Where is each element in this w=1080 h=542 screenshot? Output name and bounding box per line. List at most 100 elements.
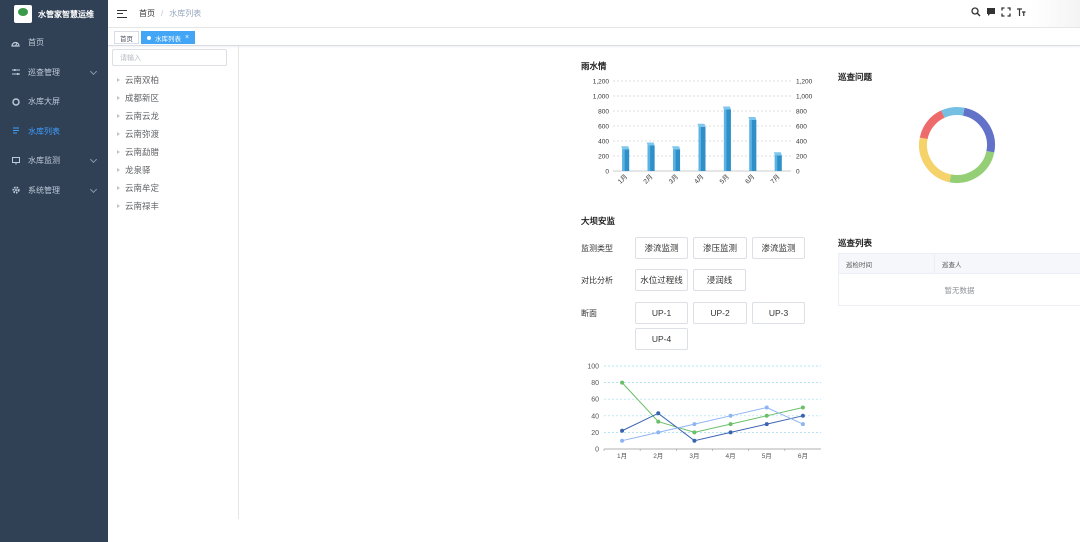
caret-right-icon [117,114,120,118]
y-tick-label: 800 [598,109,609,116]
section-up1-button[interactable]: UP-1 [635,302,688,324]
x-tick-label: 1月 [617,452,627,460]
x-tick-label: 6月 [798,452,808,460]
tree-item[interactable]: 云南禄丰 [117,200,159,212]
x-tick-label: 6月 [743,173,756,186]
y-tick-label: 1,200 [593,79,610,86]
navbar: 首页 / 水库列表 [108,0,1080,28]
caret-right-icon [117,150,120,154]
data-point [620,438,625,443]
tree-item[interactable]: 云南牟定 [117,182,159,194]
bar-top [773,152,782,156]
caret-right-icon [117,78,120,82]
tree-item-label: 云南双柏 [125,75,160,85]
breadcrumb-current: 水库列表 [169,9,202,18]
sidebar-item-screen[interactable]: 水库大屏 [0,87,108,117]
y2-tick-label: 1,000 [796,94,813,101]
x-tick-label: 2月 [653,452,663,460]
bar [697,123,706,171]
table-empty-text: 暂无数据 [944,285,975,295]
data-point [656,419,661,424]
breadcrumb-home[interactable]: 首页 [139,8,155,19]
sidebar-item-system[interactable]: 系统管理 [0,176,108,206]
fullscreen-icon[interactable] [1001,7,1011,17]
sidebar-item-label: 系统管理 [28,185,60,195]
reservoir-tree: 请输入 云南双柏 成都新区 云南云龙 云南弥渡 云南勐腊 龙泉驿 云南牟定 云南… [108,46,239,519]
close-icon[interactable]: × [185,34,189,41]
y-tick-label: 1,000 [593,94,610,101]
header-tools [971,7,1026,17]
user-area[interactable] [1030,0,1080,27]
rain-bar-chart: 0 0 200 200 400 400 600 600 800 800 1,000 1,000 1,20… [593,79,813,186]
dashboard-icon [11,38,20,47]
bar-top [697,123,706,127]
tree-search-input[interactable]: 请输入 [112,49,227,66]
x-tick-label: 1月 [616,173,629,186]
sidebar-item-monitor[interactable]: 水库监测 [0,146,108,176]
tree-item-label: 云南弥渡 [125,129,160,139]
seepage-line-button[interactable]: 浸润线 [693,269,746,291]
patrol-table: 巡检时间 巡查人 暂无数据 [838,253,1080,306]
data-point [800,405,805,410]
app-root: 水管家智慧运维 首页 巡查管理 水库大屏 水库列表 水库监测 系统管理 首页 /… [0,0,1080,542]
tree-item[interactable]: 成都新区 [117,92,159,104]
tree-item[interactable]: 云南双柏 [117,74,159,86]
data-point [728,430,733,435]
water-level-line-button[interactable]: 水位过程线 [635,269,688,291]
y-tick-label: 400 [598,139,609,146]
bar-side [749,120,752,171]
bar-side [673,149,676,171]
message-icon[interactable] [986,7,996,17]
x-tick-label: 2月 [642,173,655,186]
bar-side [698,126,701,171]
tree-item[interactable]: 云南弥渡 [117,128,159,140]
y2-tick-label: 600 [796,124,807,131]
rain-title: 雨水情 [581,61,607,71]
sidebar-item-home[interactable]: 首页 [0,28,108,58]
section-up3-button[interactable]: UP-3 [752,302,805,324]
caret-right-icon [117,96,120,100]
data-point [800,413,805,418]
data-point [764,413,769,418]
data-point [692,438,697,443]
data-point [692,422,697,427]
sidebar-item-reservoir-list[interactable]: 水库列表 [0,117,108,147]
sidebar-item-patrol[interactable]: 巡查管理 [0,58,108,88]
y-tick-label: 60 [591,397,599,404]
tree-item[interactable]: 云南云龙 [117,110,159,122]
y2-tick-label: 1,200 [796,79,813,86]
monitor-type-button-3[interactable]: 渗流监测 [752,237,805,259]
font-size-icon[interactable] [1016,7,1026,17]
x-tick-label: 5月 [762,452,772,460]
tree-item-label: 龙泉驿 [125,165,151,175]
section-up2-button[interactable]: UP-2 [693,302,747,324]
y-tick-label: 0 [605,169,609,176]
table-header: 巡检时间 巡查人 [839,254,1080,274]
logo[interactable]: 水管家智慧运维 [0,0,108,28]
search-icon[interactable] [971,7,981,17]
bar-top [621,146,630,150]
x-tick-label: 3月 [667,173,680,186]
data-point [764,422,769,427]
tag-reservoir-list[interactable]: 水库列表 × [141,31,196,44]
bar-side [622,149,625,171]
bar [621,146,630,171]
section-up4-button[interactable]: UP-4 [635,328,688,350]
tree-item[interactable]: 云南勐腊 [117,146,159,158]
tree-item-label: 云南牟定 [125,183,160,193]
data-point [728,422,733,427]
data-point [692,430,697,435]
monitor-type-button-2[interactable]: 渗压监测 [693,237,747,259]
tag-home[interactable]: 首页 [114,31,139,44]
tag-label: 首页 [120,35,133,43]
sidebar-item-label: 水库列表 [28,126,60,136]
bar [672,146,681,171]
hamburger-icon[interactable] [117,9,127,18]
caret-right-icon [117,132,120,136]
y2-tick-label: 0 [796,169,800,176]
x-tick-label: 4月 [726,452,736,460]
list-icon [11,127,20,136]
monitor-type-button-1[interactable]: 渗流监测 [635,237,688,259]
sidebar-item-label: 首页 [28,38,44,48]
tree-item[interactable]: 龙泉驿 [117,164,151,176]
